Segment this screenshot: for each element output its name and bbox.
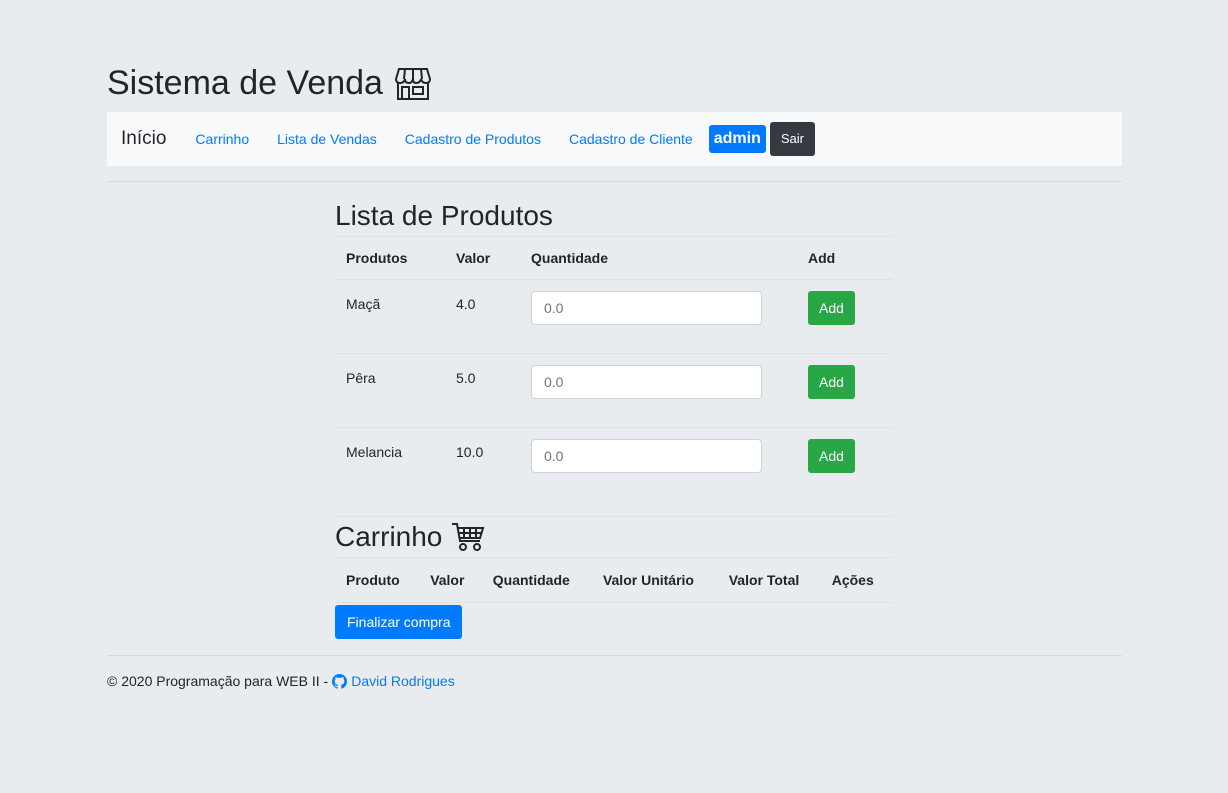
product-value: 4.0 bbox=[445, 279, 520, 354]
product-name: Pêra bbox=[335, 353, 445, 428]
cart-col-produto: Produto bbox=[335, 557, 420, 603]
table-row: Pêra 5.0 Add bbox=[335, 353, 892, 428]
finalize-purchase-button[interactable]: Finalizar compra bbox=[335, 605, 463, 639]
product-name: Maçã bbox=[335, 279, 445, 354]
author-link[interactable]: David Rodrigues bbox=[332, 673, 455, 689]
cart-col-acoes: Ações bbox=[820, 557, 892, 603]
table-row: Maçã 4.0 Add bbox=[335, 279, 892, 354]
add-button[interactable]: Add bbox=[808, 291, 855, 325]
products-title: Lista de Produtos bbox=[335, 200, 553, 231]
table-row: Melancia 10.0 Add bbox=[335, 427, 892, 501]
logout-button[interactable]: Sair bbox=[769, 122, 815, 156]
col-header-quantidade: Quantidade bbox=[520, 236, 797, 280]
col-header-valor: Valor bbox=[445, 236, 520, 280]
nav-brand-inicio[interactable]: Início bbox=[121, 128, 166, 150]
cart-col-valor: Valor bbox=[419, 557, 482, 603]
quantity-input[interactable] bbox=[531, 439, 762, 473]
product-name: Melancia bbox=[335, 427, 445, 501]
cart-col-valor-unitario: Valor Unitário bbox=[591, 557, 718, 603]
footer: © 2020 Programação para WEB II - David R… bbox=[107, 673, 455, 689]
col-header-add: Add bbox=[797, 236, 892, 280]
add-button[interactable]: Add bbox=[808, 439, 855, 473]
cart-title-text: Carrinho bbox=[335, 521, 443, 552]
add-button[interactable]: Add bbox=[808, 365, 855, 399]
header-divider bbox=[107, 181, 1122, 182]
nav-link-cadastro-cliente[interactable]: Cadastro de Cliente bbox=[555, 131, 707, 147]
product-value: 10.0 bbox=[445, 427, 520, 501]
site-title: Sistema de Venda bbox=[107, 62, 433, 104]
user-badge: admin bbox=[708, 125, 766, 153]
nav-link-lista-vendas[interactable]: Lista de Vendas bbox=[263, 131, 391, 147]
main-content: Lista de Produtos Produtos Valor Quantid… bbox=[335, 196, 892, 613]
author-name: David Rodrigues bbox=[351, 673, 455, 689]
site-title-text: Sistema de Venda bbox=[107, 64, 383, 102]
cart-col-valor-total: Valor Total bbox=[717, 557, 821, 603]
cart-title: Carrinho bbox=[335, 517, 892, 557]
nav-link-carrinho[interactable]: Carrinho bbox=[181, 131, 263, 147]
product-value: 5.0 bbox=[445, 353, 520, 428]
quantity-input[interactable] bbox=[531, 291, 762, 325]
footer-divider bbox=[107, 655, 1122, 656]
github-icon bbox=[332, 673, 348, 689]
products-table: Produtos Valor Quantidade Add Maçã 4.0 A… bbox=[335, 236, 892, 501]
cart-col-quantidade: Quantidade bbox=[481, 557, 592, 603]
footer-text: © 2020 Programação para WEB II - bbox=[107, 673, 329, 689]
nav-link-cadastro-produtos[interactable]: Cadastro de Produtos bbox=[391, 131, 555, 147]
col-header-produtos: Produtos bbox=[335, 236, 445, 280]
shopping-cart-icon bbox=[452, 523, 485, 551]
navbar: Início Carrinho Lista de Vendas Cadastro… bbox=[107, 112, 1122, 166]
quantity-input[interactable] bbox=[531, 365, 762, 399]
store-icon bbox=[394, 68, 431, 100]
